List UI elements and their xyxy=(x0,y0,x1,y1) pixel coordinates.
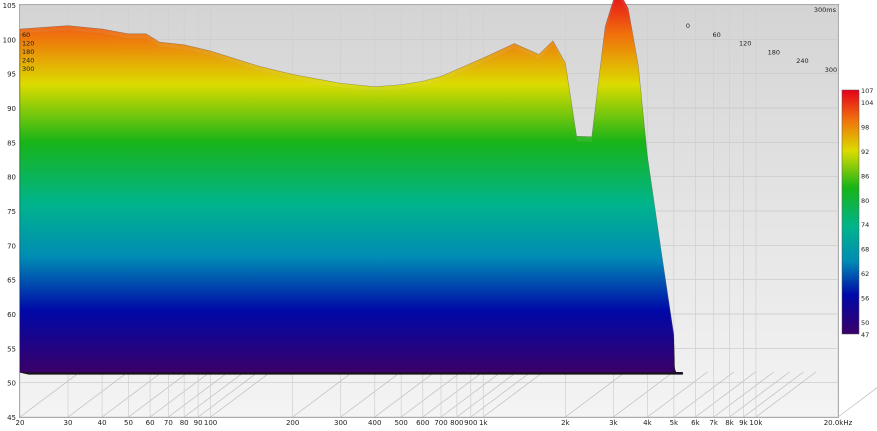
colorbar-tick-label: 50 xyxy=(861,319,869,327)
x-tick-label: 30 xyxy=(64,419,73,427)
x-tick-label: 700 xyxy=(434,419,447,427)
colorbar-tick-label: 92 xyxy=(861,148,869,156)
y-tick-label: 80 xyxy=(7,174,16,182)
x-tick-label: 900 xyxy=(464,419,477,427)
x-tick-label: 200 xyxy=(286,419,299,427)
time-tick-label: 240 xyxy=(796,57,808,65)
time-tick-label: 120 xyxy=(739,40,751,48)
x-tick-label: 20.0kHz xyxy=(824,419,853,427)
time-range-label: 300ms xyxy=(814,6,837,14)
x-tick-label: 90 xyxy=(194,419,203,427)
x-tick-label: 5k xyxy=(670,419,679,427)
time-tick-label: 300 xyxy=(22,65,34,73)
x-tick-label: 7k xyxy=(709,419,718,427)
y-tick-label: 50 xyxy=(7,380,16,388)
colorbar-tick-label: 107 xyxy=(861,87,873,95)
x-tick-label: 300 xyxy=(334,419,347,427)
colorbar-tick-label: 104 xyxy=(861,99,873,107)
y-tick-label: 105 xyxy=(3,2,16,10)
time-tick-label: 180 xyxy=(768,48,780,56)
x-tick-label: 800 xyxy=(450,419,463,427)
x-tick-label: 2k xyxy=(561,419,570,427)
colorbar-tick-label: 62 xyxy=(861,270,869,278)
time-tick-label: 60 xyxy=(22,31,30,39)
time-tick-label: 180 xyxy=(22,48,34,56)
x-tick-label: 400 xyxy=(368,419,381,427)
x-tick-label: 1k xyxy=(479,419,488,427)
x-tick-label: 9k xyxy=(739,419,748,427)
time-tick-label: 240 xyxy=(22,57,34,65)
waterfall-chart: 45 50 55 60 65 70 75 80 85 90 95 100 105 20 30 40 50 60 70… xyxy=(0,0,877,427)
time-tick-label: 0 xyxy=(686,22,690,30)
y-tick-label: 90 xyxy=(7,105,16,113)
x-tick-label: 3k xyxy=(609,419,618,427)
time-tick-label: 120 xyxy=(22,40,34,48)
colorbar-tick-label: 56 xyxy=(861,294,869,302)
colorbar-tick-label: 47 xyxy=(861,331,869,339)
colorbar-tick-label: 68 xyxy=(861,246,869,254)
time-tick-label: 60 xyxy=(712,31,720,39)
colorbar-tick-label: 98 xyxy=(861,124,869,132)
chart-svg: 455055606570758085909510010520 30 40 50 60 70… xyxy=(3,0,877,427)
x-tick-label: 20 xyxy=(16,419,25,427)
x-floor-line xyxy=(837,387,877,418)
x-tick-label: 600 xyxy=(416,419,429,427)
y-tick-label: 75 xyxy=(7,208,16,216)
y-tick-label: 70 xyxy=(7,242,16,250)
x-tick-label: 10k xyxy=(749,419,763,427)
colorbar xyxy=(841,89,860,335)
x-tick-label: 80 xyxy=(180,419,189,427)
y-tick-label: 65 xyxy=(7,277,16,285)
y-tick-label: 95 xyxy=(7,71,16,79)
x-tick-label: 50 xyxy=(124,419,133,427)
colorbar-tick-label: 74 xyxy=(861,221,869,229)
colorbar-tick-label: 86 xyxy=(861,172,869,180)
x-tick-label: 4k xyxy=(643,419,652,427)
x-tick-label: 8k xyxy=(725,419,734,427)
colorbar-tick-label: 80 xyxy=(861,197,869,205)
y-tick-label: 100 xyxy=(3,36,16,44)
x-tick-label: 100 xyxy=(204,419,217,427)
x-tick-label: 500 xyxy=(394,419,407,427)
time-tick-label: 300 xyxy=(825,66,837,74)
x-tick-label: 6k xyxy=(691,419,700,427)
y-tick-label: 60 xyxy=(7,311,16,319)
x-tick-label: 60 xyxy=(146,419,155,427)
x-tick-label: 70 xyxy=(164,419,173,427)
y-tick-label: 85 xyxy=(7,139,16,147)
x-tick-label: 40 xyxy=(98,419,107,427)
y-tick-label: 55 xyxy=(7,345,16,353)
